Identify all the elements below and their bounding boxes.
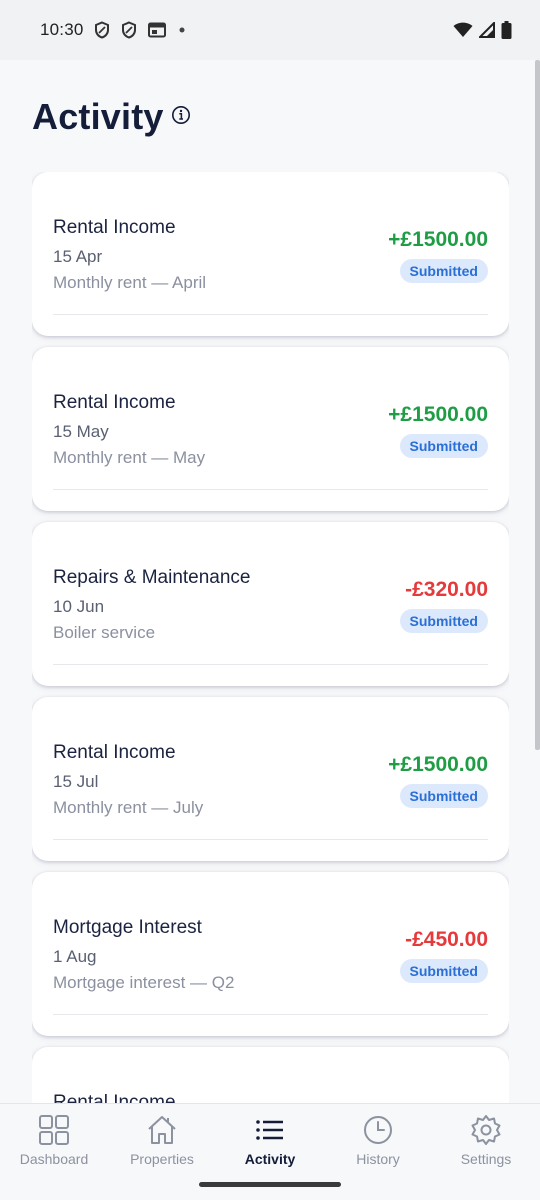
transaction-amount: -£450.00 (405, 928, 488, 951)
transaction-amount: +£1500.00 (388, 753, 488, 776)
transaction-note: Monthly rent — July (53, 798, 204, 817)
transaction-date: 1 Aug (53, 947, 97, 966)
status-system-icons (453, 21, 512, 39)
card-divider (53, 489, 488, 490)
transaction-card[interactable]: Repairs & Maintenance 10 Jun Boiler serv… (32, 522, 509, 686)
dot-icon (179, 27, 185, 33)
signal-icon (479, 22, 495, 38)
transaction-title: Rental Income (53, 742, 176, 763)
card-divider (53, 314, 488, 315)
list-icon (256, 1120, 283, 1140)
nav-item-dashboard[interactable]: Dashboard (0, 1104, 108, 1200)
home-indicator[interactable] (199, 1182, 341, 1187)
scrollbar[interactable] (535, 60, 540, 750)
card-divider (53, 664, 488, 665)
calendar-icon (147, 22, 166, 38)
transaction-note: Monthly rent — April (53, 273, 207, 292)
transaction-card[interactable]: Mortgage Interest 1 Aug Mortgage interes… (32, 872, 509, 1036)
transaction-card[interactable]: Rental Income (32, 1047, 509, 1103)
page-title: Activity (32, 96, 164, 137)
nav-label: Dashboard (19, 1151, 89, 1167)
shield-icon (94, 21, 109, 39)
shield-icon (121, 21, 136, 39)
nav-label: Properties (130, 1151, 194, 1167)
transaction-title: Rental Income (53, 1092, 176, 1103)
status-badge: Submitted (399, 959, 488, 983)
wifi-icon (453, 22, 473, 37)
nav-item-settings[interactable]: Settings (432, 1104, 540, 1200)
transaction-amount: -£320.00 (405, 578, 488, 601)
transaction-note: Mortgage interest — Q2 (53, 973, 235, 992)
status-time: 10:30 (40, 20, 84, 39)
transaction-title: Rental Income (53, 217, 176, 238)
card-divider (53, 839, 488, 840)
transaction-date: 15 Jul (53, 772, 99, 791)
nav-label: History (356, 1151, 400, 1167)
status-badge: Submitted (399, 609, 488, 633)
transaction-card[interactable]: Rental Income 15 Jul Monthly rent — July… (32, 697, 509, 861)
transaction-title: Mortgage Interest (53, 917, 202, 938)
status-badge: Submitted (399, 434, 488, 458)
status-notification-icons (94, 21, 187, 39)
transaction-title: Rental Income (53, 392, 176, 413)
transaction-amount: +£1500.00 (388, 403, 488, 426)
transaction-date: 10 Jun (53, 597, 105, 616)
card-divider (53, 1014, 488, 1015)
grid-icon (39, 1115, 69, 1145)
activity-list[interactable]: Rental Income 15 Apr Monthly rent — Apri… (32, 172, 509, 1103)
transaction-date: 15 May (53, 422, 109, 441)
transaction-title: Repairs & Maintenance (53, 567, 251, 588)
home-icon (148, 1116, 176, 1144)
status-bar: 10:30 (0, 0, 540, 60)
nav-label: Activity (244, 1151, 296, 1167)
status-badge: Submitted (399, 784, 488, 808)
transaction-note: Monthly rent — May (53, 448, 206, 467)
page-header: Activity (32, 96, 191, 138)
clock-icon (364, 1116, 392, 1144)
transaction-card[interactable]: Rental Income 15 Apr Monthly rent — Apri… (32, 172, 509, 336)
status-badge: Submitted (399, 259, 488, 283)
battery-icon (501, 21, 512, 39)
transaction-amount: +£1500.00 (388, 228, 488, 251)
info-icon[interactable] (171, 105, 191, 125)
transaction-note: Boiler service (53, 623, 156, 642)
nav-label: Settings (460, 1151, 512, 1167)
transaction-date: 15 Apr (53, 247, 103, 266)
gear-icon (471, 1115, 501, 1145)
transaction-card[interactable]: Rental Income 15 May Monthly rent — May … (32, 347, 509, 511)
